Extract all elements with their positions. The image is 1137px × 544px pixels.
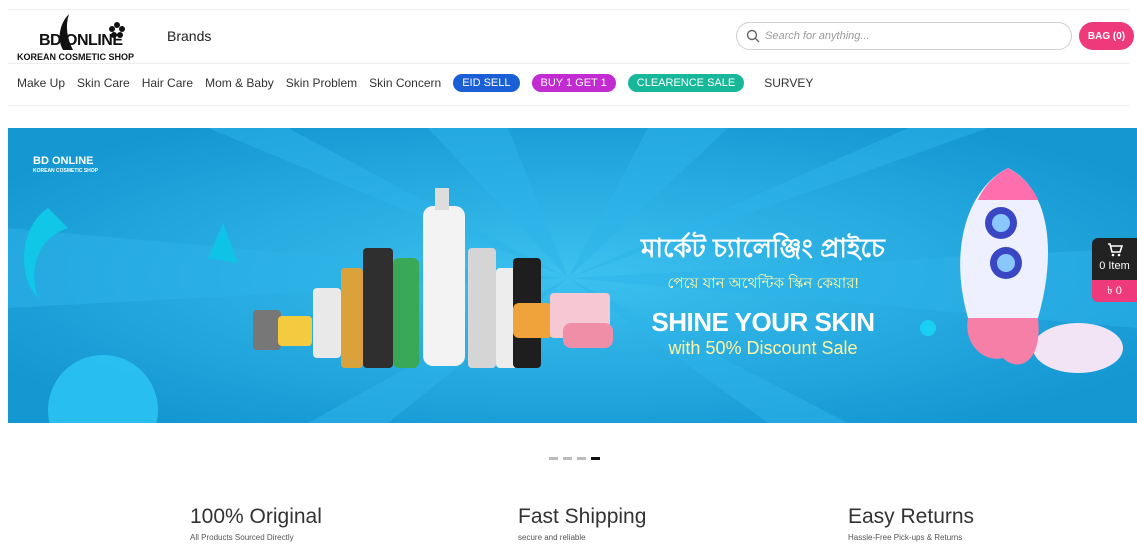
feature-title: Easy Returns (848, 505, 975, 528)
nav-item-survey[interactable]: SURVEY (764, 76, 813, 90)
header-divider (8, 63, 1129, 64)
hero-banner[interactable]: BD ONLINE KOREAN COSMETIC SHOP মার্কেট চ… (8, 128, 1137, 423)
cart-icon (1107, 243, 1123, 257)
nav-divider (8, 105, 1129, 106)
banner-logo-brand: BD ONLINE (33, 155, 94, 167)
nav-pill-eid-sell[interactable]: EID SELL (453, 74, 520, 92)
logo-brand-text: BD ONLINE (39, 32, 123, 49)
feature-subtitle: All Products Sourced Directly (190, 533, 294, 542)
site-header: BD ONLINE KOREAN COSMETIC SHOP Brands BA… (0, 10, 1137, 62)
floating-cart-widget[interactable]: 0 Item ৳ 0 (1092, 238, 1137, 302)
banner-headline-bangla: মার্কেট চ্যালেঞ্জিং প্রাইচে (641, 233, 885, 263)
cart-item-count: 0 Item (1099, 260, 1130, 272)
feature-shipping: Fast Shipping secure and reliable (518, 505, 646, 542)
cart-total: ৳ 0 (1092, 280, 1137, 302)
search-box (736, 22, 1072, 50)
banner-discount-text: with 50% Discount Sale (668, 338, 858, 358)
carousel-dot-4[interactable] (591, 457, 600, 460)
carousel-dot-3[interactable] (577, 457, 586, 460)
brands-link[interactable]: Brands (167, 28, 211, 44)
carousel-dots (549, 457, 600, 460)
feature-subtitle: secure and reliable (518, 533, 586, 542)
site-logo[interactable]: BD ONLINE KOREAN COSMETIC SHOP (17, 12, 147, 62)
bag-button[interactable]: BAG (0) (1079, 22, 1134, 50)
feature-subtitle: Hassle-Free Pick-ups & Returns (848, 533, 963, 542)
carousel-dot-1[interactable] (549, 457, 558, 460)
nav-item-mom-baby[interactable]: Mom & Baby (205, 76, 274, 90)
cart-widget-top: 0 Item (1092, 238, 1137, 280)
nav-item-skin-concern[interactable]: Skin Concern (369, 76, 441, 90)
feature-returns: Easy Returns Hassle-Free Pick-ups & Retu… (848, 505, 974, 542)
banner-logo-tagline: KOREAN COSMETIC SHOP (33, 168, 99, 174)
feature-original: 100% Original All Products Sourced Direc… (190, 505, 322, 542)
banner-subheadline-bangla: পেয়ে যান অথেন্টিক স্কিন কেয়ার! (667, 275, 859, 292)
banner-background-art (8, 128, 1137, 423)
category-nav: Make Up Skin Care Hair Care Mom & Baby S… (17, 72, 825, 94)
banner-text-block: মার্কেট চ্যালেঞ্জিং প্রাইচে পেয়ে যান অথ… (628, 228, 898, 359)
nav-pill-buy-1-get-1[interactable]: BUY 1 GET 1 (531, 74, 616, 92)
nav-item-hair-care[interactable]: Hair Care (142, 76, 193, 90)
banner-logo: BD ONLINE KOREAN COSMETIC SHOP (33, 155, 98, 174)
nav-item-skin-care[interactable]: Skin Care (77, 76, 130, 90)
nav-item-skin-problem[interactable]: Skin Problem (286, 76, 357, 90)
nav-item-make-up[interactable]: Make Up (17, 76, 65, 90)
feature-title: Fast Shipping (518, 505, 647, 528)
carousel-dot-2[interactable] (563, 457, 572, 460)
search-input[interactable] (765, 27, 1055, 45)
nav-pill-clearence-sale[interactable]: CLEARENCE SALE (627, 74, 745, 92)
logo-tagline: KOREAN COSMETIC SHOP (17, 52, 135, 62)
search-icon (746, 29, 760, 43)
banner-headline-english: SHINE YOUR SKIN (651, 307, 875, 337)
feature-title: 100% Original (190, 505, 322, 528)
